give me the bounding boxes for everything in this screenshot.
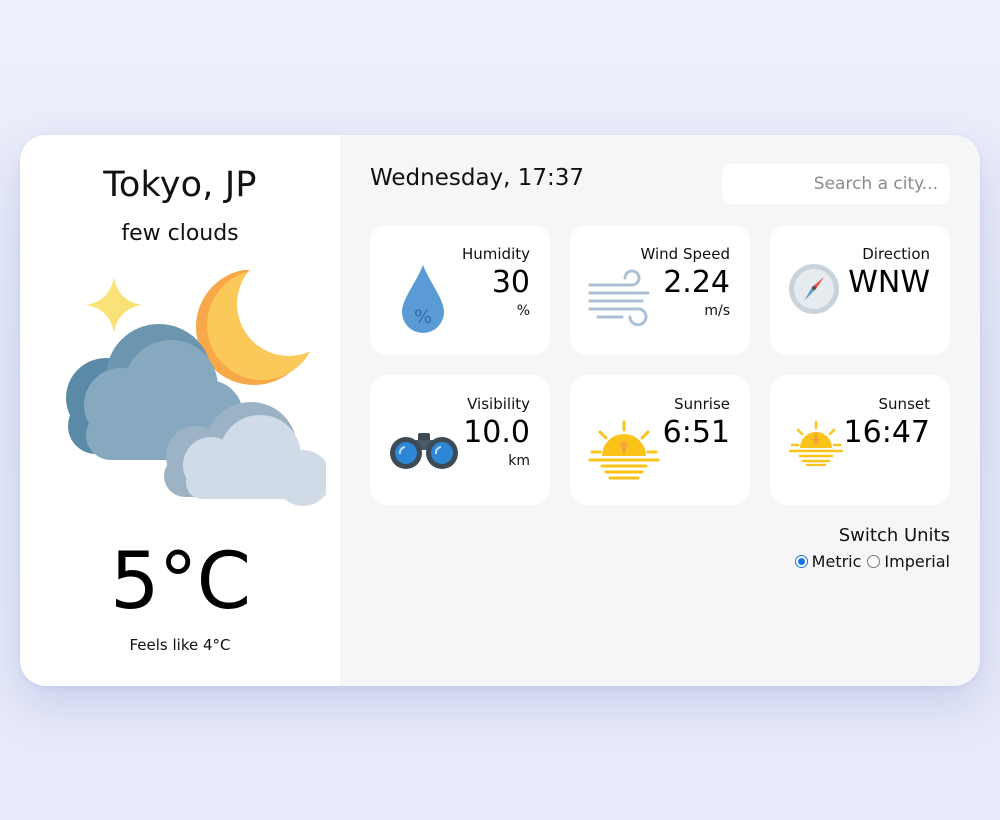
- sunset-tile: Sunset 16:47: [770, 375, 950, 505]
- city-search-input[interactable]: [722, 164, 950, 204]
- sunset-icon: [788, 420, 844, 466]
- sunrise-value: 6:51: [662, 415, 730, 450]
- sunset-value: 16:47: [843, 415, 930, 450]
- compass-icon: [789, 264, 839, 314]
- metric-label[interactable]: Metric: [812, 552, 862, 571]
- date-time: Wednesday, 17:37: [370, 165, 585, 191]
- weather-card: Tokyo, JP few clouds 5°C Feels like 4°C …: [20, 135, 980, 686]
- direction-value: WNW: [848, 265, 930, 300]
- feels-like-text: Feels like 4°C: [20, 636, 340, 654]
- temperature-value: 5°C: [109, 537, 251, 627]
- cloud-moon-icon: [66, 270, 326, 506]
- wind-speed-unit: m/s: [704, 303, 730, 319]
- wind-speed-label: Wind Speed: [640, 245, 731, 263]
- unit-switcher: Switch Units Metric Imperial: [793, 525, 950, 571]
- humidity-drop-icon: %: [402, 265, 444, 333]
- weather-description: few clouds: [121, 221, 239, 246]
- humidity-value: 30: [491, 265, 530, 300]
- visibility-tile: Visibility 10.0 km: [370, 375, 550, 505]
- details-panel: Wednesday, 17:37 % Humidity 30 %: [340, 135, 980, 686]
- wind-speed-value: 2.24: [663, 265, 730, 300]
- unit-options: Metric Imperial: [793, 552, 950, 571]
- direction-tile: Direction WNW: [770, 225, 950, 355]
- sunrise-label: Sunrise: [674, 395, 730, 413]
- humidity-label: Humidity: [461, 245, 530, 263]
- sunrise-tile: Sunrise 6:51: [570, 375, 750, 505]
- imperial-radio[interactable]: [867, 555, 881, 568]
- humidity-unit: %: [516, 303, 530, 319]
- wind-icon: [588, 269, 650, 327]
- sunset-label: Sunset: [878, 395, 930, 413]
- feels-like-value: Feels like 4°C: [129, 636, 231, 654]
- metric-radio[interactable]: [794, 555, 808, 568]
- svg-text:%: %: [414, 306, 432, 328]
- visibility-label: Visibility: [467, 395, 530, 413]
- visibility-unit: km: [508, 453, 530, 469]
- direction-label: Direction: [862, 245, 930, 263]
- sunrise-icon: [588, 420, 660, 480]
- switch-units-title: Switch Units: [838, 525, 950, 546]
- current-weather-panel: Tokyo, JP few clouds 5°C Feels like 4°C: [20, 135, 340, 686]
- binoculars-icon: [390, 433, 458, 469]
- humidity-tile: % Humidity 30 %: [370, 225, 550, 355]
- imperial-label[interactable]: Imperial: [884, 552, 950, 571]
- city-name: Tokyo, JP: [103, 165, 257, 205]
- wind-speed-tile: Wind Speed 2.24 m/s: [570, 225, 750, 355]
- visibility-value: 10.0: [463, 415, 530, 450]
